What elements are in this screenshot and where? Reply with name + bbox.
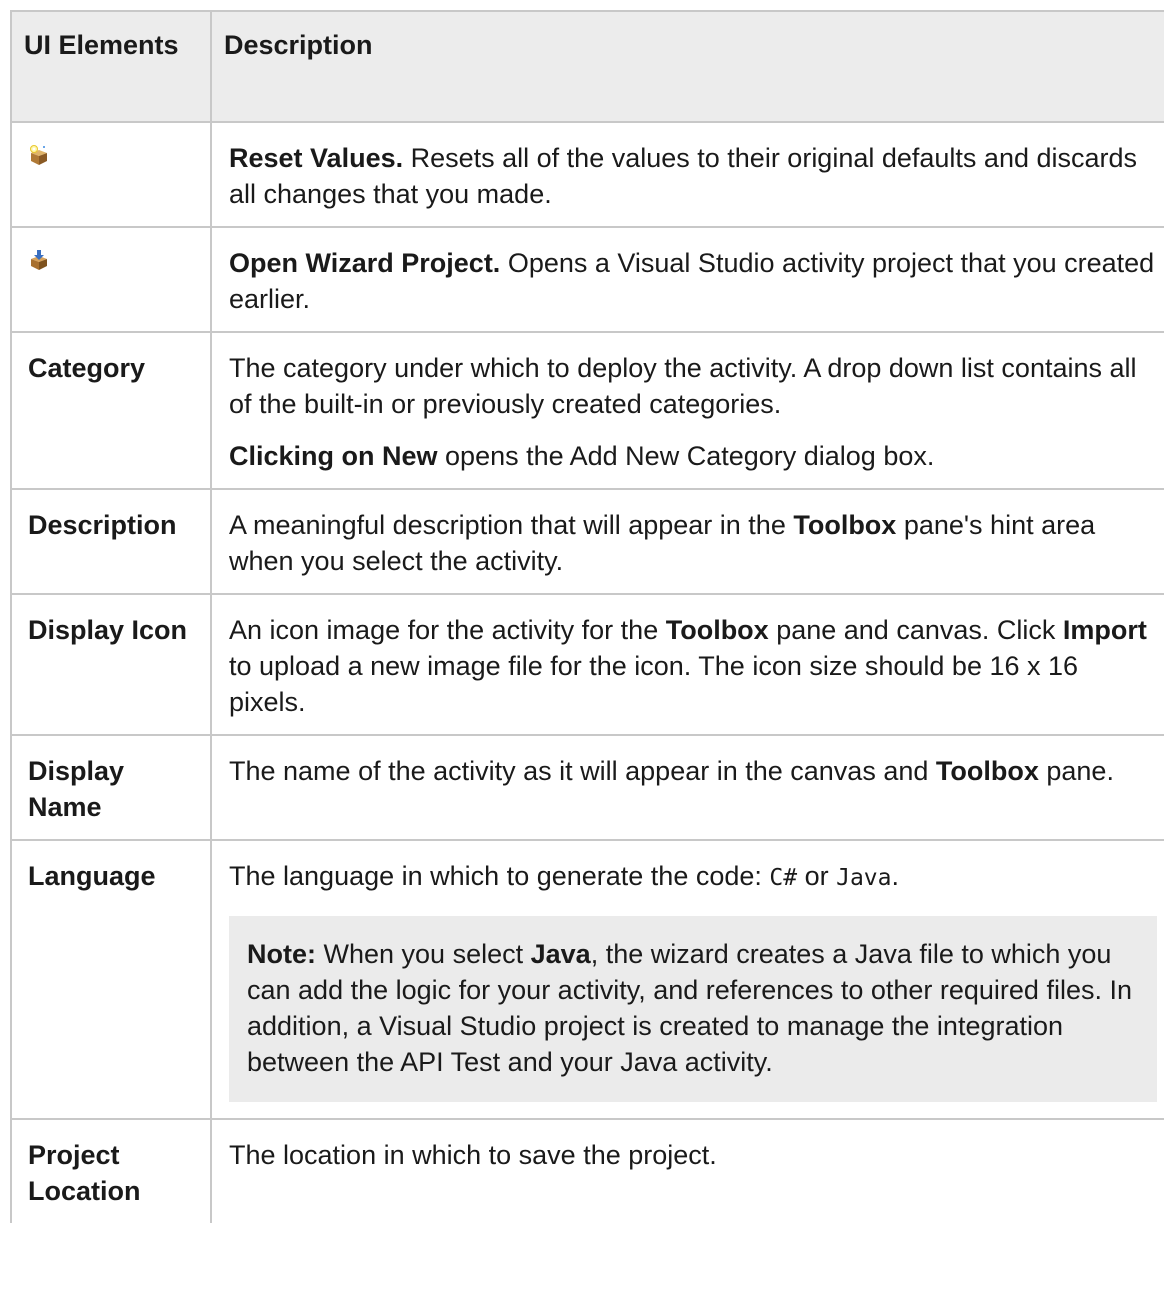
description-cell: Reset Values. Resets all of the values t…: [210, 121, 1164, 228]
table-row: Category The category under which to dep…: [10, 331, 1164, 490]
toolbox-bold: Toolbox: [935, 756, 1039, 786]
import-bold: Import: [1062, 615, 1147, 645]
note-text-1: When you select: [316, 939, 531, 969]
clicking-on-new-text: Clicking on New: [229, 441, 438, 471]
note-label: Note:: [247, 939, 316, 969]
table-row: Display Icon An icon image for the activ…: [10, 593, 1164, 736]
category-new-text: opens the Add New Category dialog box.: [437, 441, 935, 471]
description-cell: Open Wizard Project. Opens a Visual Stud…: [210, 226, 1164, 333]
table-header-row: UI Elements Description: [10, 10, 1164, 123]
category-new-paragraph: Clicking on New opens the Add New Catego…: [229, 438, 1157, 474]
category-label: Category: [10, 331, 212, 490]
open-wizard-project-icon: [28, 249, 50, 271]
display-icon-text-2: pane and canvas. Click: [768, 615, 1063, 645]
display-icon-text-3: to upload a new image file for the icon.…: [229, 651, 1079, 717]
table-row: Reset Values. Resets all of the values t…: [10, 121, 1164, 228]
header-description: Description: [210, 10, 1164, 123]
note-box: Note: When you select Java, the wizard c…: [229, 916, 1157, 1102]
display-name-label: Display Name: [10, 734, 212, 841]
language-text-2: or: [797, 861, 837, 891]
reset-values-title: Reset Values.: [229, 143, 404, 173]
description-text-1: A meaningful description that will appea…: [229, 510, 794, 540]
description-cell: The category under which to deploy the a…: [210, 331, 1164, 490]
language-text-1: The language in which to generate the co…: [229, 861, 770, 891]
table-row: Description A meaningful description tha…: [10, 488, 1164, 595]
display-name-text-2: pane.: [1038, 756, 1114, 786]
category-description: The category under which to deploy the a…: [229, 353, 1137, 419]
toolbox-bold: Toolbox: [665, 615, 769, 645]
reset-values-icon: [28, 144, 50, 166]
ui-element-cell: [10, 121, 212, 228]
open-wizard-project-title: Open Wizard Project.: [229, 248, 501, 278]
csharp-code: C#: [769, 865, 798, 891]
ui-elements-table: UI Elements Description Reset Values. Re…: [10, 10, 1164, 1223]
toolbox-bold: Toolbox: [793, 510, 897, 540]
display-icon-text-1: An icon image for the activity for the: [229, 615, 666, 645]
project-location-label: Project Location: [10, 1118, 212, 1223]
ui-element-cell: [10, 226, 212, 333]
description-cell: A meaningful description that will appea…: [210, 488, 1164, 595]
language-text-3: .: [891, 861, 900, 891]
header-ui-elements: UI Elements: [10, 10, 212, 123]
description-cell: An icon image for the activity for the T…: [210, 593, 1164, 736]
description-cell: The location in which to save the projec…: [210, 1118, 1164, 1223]
java-code: Java: [836, 865, 892, 891]
language-label: Language: [10, 839, 212, 1120]
table-row: Language The language in which to genera…: [10, 839, 1164, 1120]
display-icon-label: Display Icon: [10, 593, 212, 736]
project-location-text: The location in which to save the projec…: [229, 1140, 717, 1170]
display-name-text-1: The name of the activity as it will appe…: [229, 756, 936, 786]
java-bold: Java: [530, 939, 591, 969]
description-label: Description: [10, 488, 212, 595]
table-row: Display Name The name of the activity as…: [10, 734, 1164, 841]
table-row: Project Location The location in which t…: [10, 1118, 1164, 1223]
description-cell: The language in which to generate the co…: [210, 839, 1164, 1120]
description-cell: The name of the activity as it will appe…: [210, 734, 1164, 841]
table-row: Open Wizard Project. Opens a Visual Stud…: [10, 226, 1164, 333]
